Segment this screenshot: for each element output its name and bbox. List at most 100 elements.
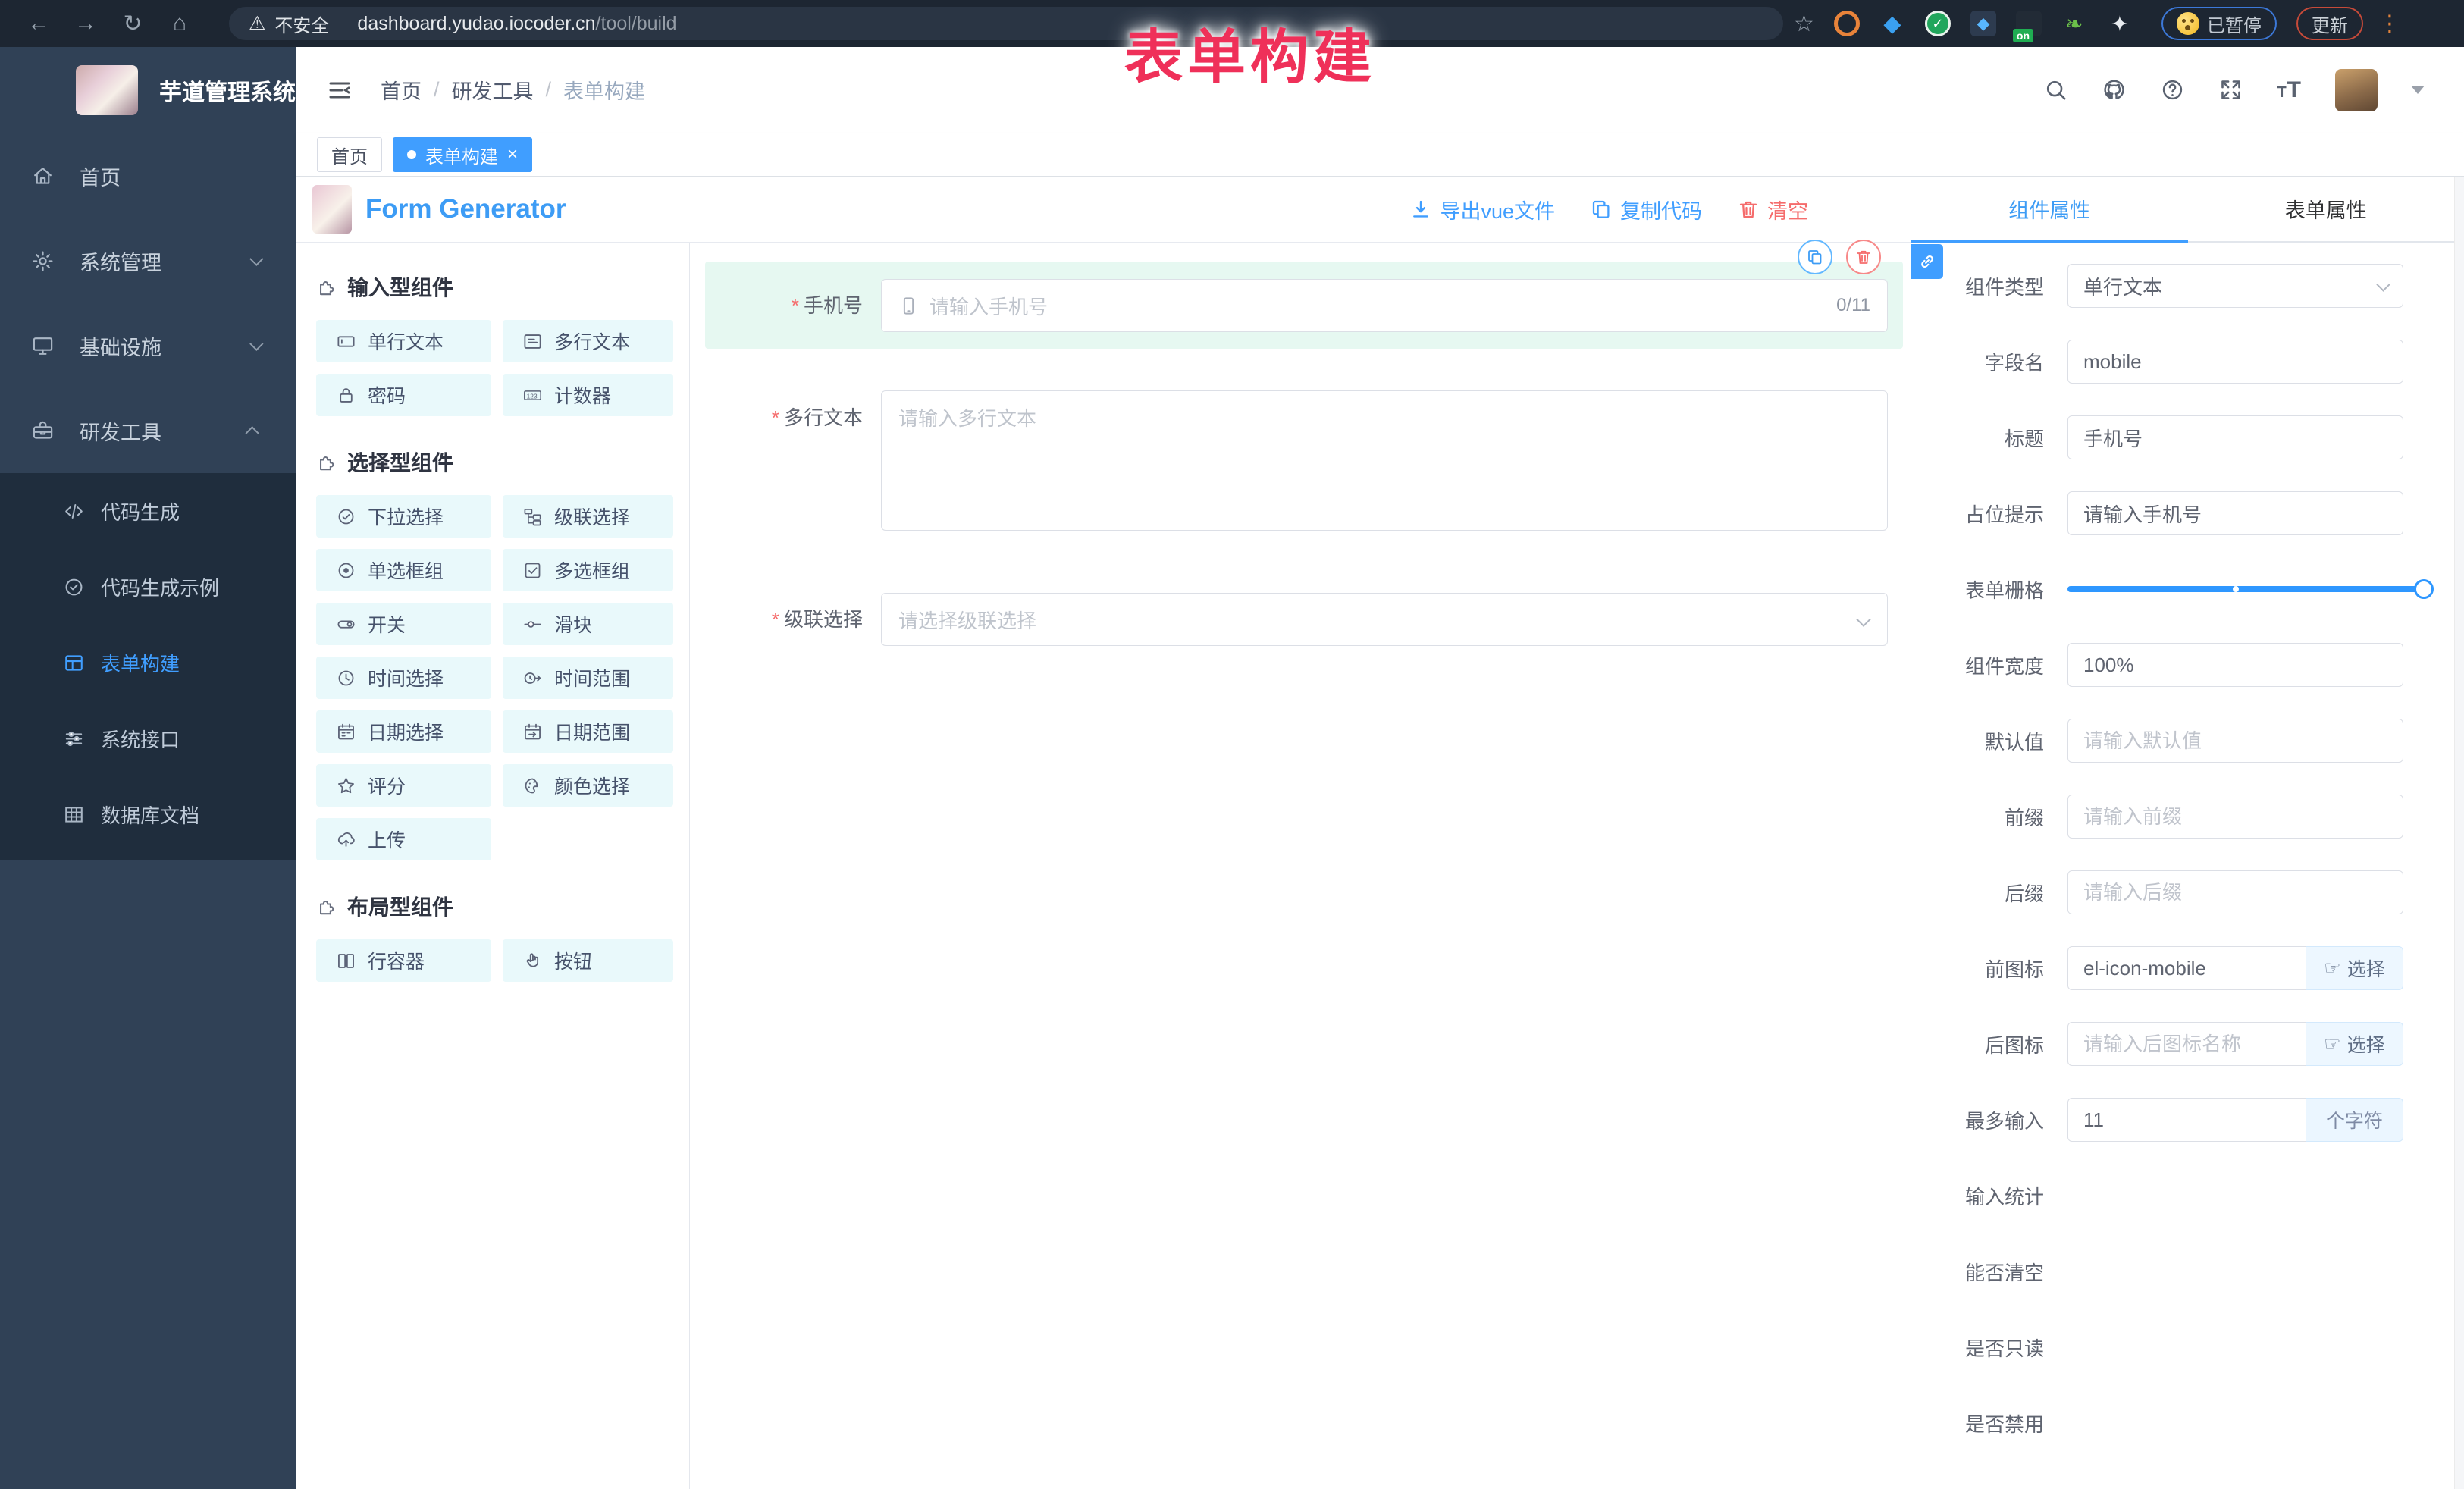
- trash-icon: [1854, 248, 1873, 266]
- breadcrumb-home[interactable]: 首页: [381, 75, 422, 105]
- extension-icon[interactable]: ✦: [2107, 11, 2133, 36]
- palette-item-checkbox-group[interactable]: 多选框组: [503, 549, 673, 591]
- suffix-icon-input[interactable]: [2067, 1022, 2306, 1066]
- update-button[interactable]: 更新: [2296, 7, 2363, 40]
- bookmark-star-icon[interactable]: ☆: [1794, 11, 1814, 37]
- scrollbar[interactable]: [2454, 177, 2464, 1489]
- textarea-icon: [522, 331, 543, 352]
- default-value-input[interactable]: [2067, 719, 2403, 763]
- palette-item-switch[interactable]: 开关: [316, 603, 491, 645]
- drawer-handle-button[interactable]: [1911, 244, 1943, 279]
- width-input[interactable]: [2067, 643, 2403, 687]
- extension-icon[interactable]: ❧: [2061, 11, 2087, 36]
- mobile-input[interactable]: 请输入手机号 0/11: [881, 279, 1888, 332]
- prefix-input[interactable]: [2067, 795, 2403, 839]
- collapse-sidebar-icon[interactable]: [326, 77, 353, 104]
- palette-item-textarea[interactable]: 多行文本: [503, 320, 673, 362]
- not-secure-warning-icon[interactable]: ⚠: [249, 12, 265, 35]
- palette-item-time-range[interactable]: 时间范围: [503, 657, 673, 699]
- palette-item-slider[interactable]: 滑块: [503, 603, 673, 645]
- browser-back-icon[interactable]: ←: [18, 11, 59, 36]
- cascader-select[interactable]: 请选择级联选择: [881, 593, 1888, 646]
- palette-item-input[interactable]: 单行文本: [316, 320, 491, 362]
- sidebar-item-system[interactable]: 系统管理: [0, 218, 296, 303]
- palette-item-upload[interactable]: 上传: [316, 818, 491, 860]
- textarea-input[interactable]: [881, 390, 1888, 531]
- palette-item-row-container[interactable]: 行容器: [316, 939, 491, 982]
- delete-field-button[interactable]: [1846, 240, 1881, 274]
- palette-item-date-picker[interactable]: 日期选择: [316, 710, 491, 753]
- user-menu-caret-icon[interactable]: [2411, 86, 2425, 94]
- palette-grid: 下拉选择 级联选择 单选框组 多选框组 开关 滑块 时间选择 时间范围 日期选择…: [296, 495, 689, 860]
- sidebar-item-db-doc[interactable]: 数据库文档: [0, 776, 296, 852]
- extension-icon[interactable]: ✓: [1925, 11, 1951, 36]
- app-logo[interactable]: 芋道管理系统: [0, 47, 296, 133]
- sidebar-item-home[interactable]: 首页: [0, 133, 296, 218]
- extension-icon[interactable]: ◆: [1970, 11, 1996, 36]
- address-bar[interactable]: ⚠ 不安全 dashboard.yudao.iocoder.cn /tool/b…: [229, 7, 1783, 40]
- sidebar-item-devtools[interactable]: 研发工具: [0, 388, 296, 473]
- tag-home[interactable]: 首页: [317, 137, 382, 172]
- sidebar-item-form-builder[interactable]: 表单构建: [0, 625, 296, 701]
- browser-menu-icon[interactable]: ⋮: [2378, 11, 2401, 37]
- slider-thumb[interactable]: [2414, 579, 2434, 599]
- placeholder-input[interactable]: [2067, 491, 2403, 535]
- copy-code-button[interactable]: 复制代码: [1590, 195, 1702, 224]
- extension-icon[interactable]: ◆: [1879, 11, 1905, 36]
- palette-item-radio-group[interactable]: 单选框组: [316, 549, 491, 591]
- form-grid-slider[interactable]: [2067, 586, 2426, 592]
- palette-item-button[interactable]: 按钮: [503, 939, 673, 982]
- paused-badge[interactable]: 已暂停: [2161, 7, 2277, 40]
- choose-prefix-icon-button[interactable]: ☞选择: [2306, 946, 2403, 990]
- export-vue-button[interactable]: 导出vue文件: [1409, 195, 1555, 224]
- extension-icon[interactable]: on: [2016, 11, 2042, 36]
- tab-component-props[interactable]: 组件属性: [1911, 177, 2188, 241]
- palette-item-select[interactable]: 下拉选择: [316, 495, 491, 538]
- browser-home-icon[interactable]: ⌂: [159, 11, 200, 36]
- title-input[interactable]: [2067, 415, 2403, 459]
- font-size-icon[interactable]: TT: [2277, 77, 2302, 103]
- url-path: /tool/build: [596, 13, 677, 35]
- form-row-textarea[interactable]: *多行文本: [705, 390, 1903, 531]
- prop-label: 前图标: [1911, 955, 2067, 983]
- breadcrumb-devtools[interactable]: 研发工具: [452, 75, 534, 105]
- user-avatar[interactable]: [2335, 69, 2378, 111]
- palette-item-rate[interactable]: 评分: [316, 764, 491, 807]
- clear-button[interactable]: 清空: [1737, 195, 1808, 224]
- prefix-icon-input[interactable]: [2067, 946, 2306, 990]
- browser-reload-icon[interactable]: ↻: [112, 11, 153, 37]
- prop-row-title: 标题: [1911, 415, 2464, 459]
- field-name-input[interactable]: [2067, 340, 2403, 384]
- prop-label: 是否禁用: [1911, 1409, 2067, 1437]
- component-icon: [316, 451, 338, 473]
- github-icon[interactable]: [2102, 77, 2127, 102]
- palette-item-date-range[interactable]: 日期范围: [503, 710, 673, 753]
- palette-item-cascader[interactable]: 级联选择: [503, 495, 673, 538]
- component-type-select[interactable]: 单行文本: [2067, 264, 2403, 308]
- form-row-cascader[interactable]: *级联选择 请选择级联选择: [705, 593, 1903, 646]
- sidebar-item-codegen[interactable]: 代码生成: [0, 473, 296, 549]
- palette-item-password[interactable]: 密码: [316, 374, 491, 416]
- fullscreen-icon[interactable]: [2218, 77, 2243, 102]
- browser-forward-icon[interactable]: →: [65, 11, 106, 36]
- monitor-icon: [31, 334, 55, 358]
- sidebar-item-api[interactable]: 系统接口: [0, 701, 296, 776]
- extension-icon[interactable]: [1834, 11, 1860, 36]
- char-counter: 0/11: [1836, 295, 1870, 316]
- sidebar-item-infra[interactable]: 基础设施: [0, 303, 296, 388]
- search-icon[interactable]: [2043, 77, 2068, 102]
- tab-form-props[interactable]: 表单属性: [2188, 177, 2464, 241]
- close-tag-icon[interactable]: ×: [507, 146, 518, 164]
- palette-item-counter[interactable]: 计数器: [503, 374, 673, 416]
- choose-suffix-icon-button[interactable]: ☞选择: [2306, 1022, 2403, 1066]
- tag-form-builder[interactable]: 表单构建 ×: [393, 137, 532, 172]
- suffix-input[interactable]: [2067, 870, 2403, 914]
- max-length-input[interactable]: [2067, 1098, 2306, 1142]
- palette-item-color-picker[interactable]: 颜色选择: [503, 764, 673, 807]
- sidebar-item-codegen-demo[interactable]: 代码生成示例: [0, 549, 296, 625]
- form-row-mobile-selected[interactable]: *手机号 请输入手机号 0/11: [705, 262, 1903, 349]
- duplicate-field-button[interactable]: [1798, 240, 1832, 274]
- not-secure-label[interactable]: 不安全: [274, 11, 329, 37]
- help-icon[interactable]: [2160, 77, 2185, 102]
- palette-item-time-picker[interactable]: 时间选择: [316, 657, 491, 699]
